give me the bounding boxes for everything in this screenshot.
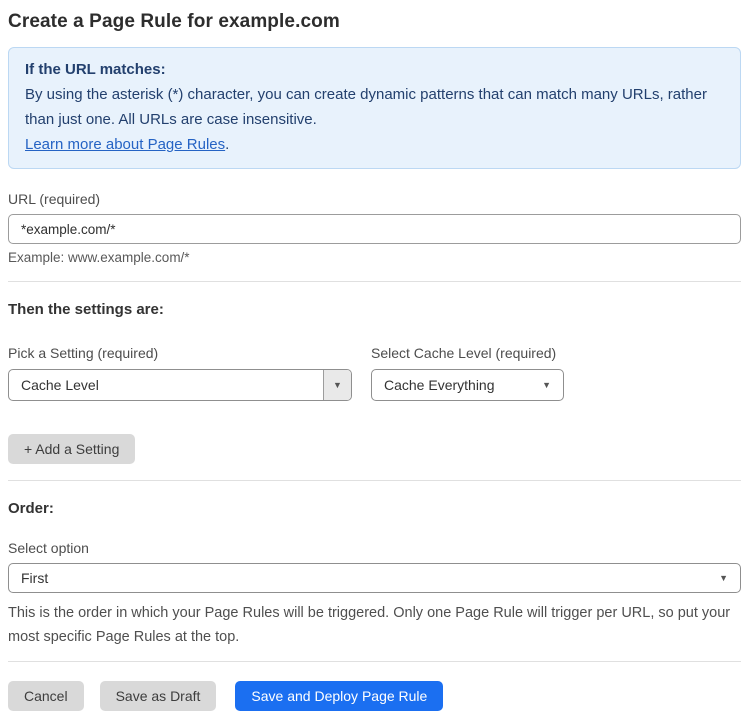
- footer-actions: Cancel Save as Draft Save and Deploy Pag…: [8, 681, 741, 711]
- cache-level-select-value: Cache Everything: [384, 377, 495, 393]
- save-deploy-button[interactable]: Save and Deploy Page Rule: [235, 681, 444, 711]
- cache-level-column: Select Cache Level (required) Cache Ever…: [371, 318, 564, 401]
- setting-select-arrow-box[interactable]: ▼: [323, 370, 351, 400]
- save-draft-button[interactable]: Save as Draft: [99, 681, 217, 711]
- cache-level-select[interactable]: Cache Everything ▼: [371, 369, 564, 401]
- caret-down-icon: ▼: [333, 379, 342, 390]
- setting-select-value: Cache Level: [21, 377, 99, 393]
- cancel-button[interactable]: Cancel: [8, 681, 84, 711]
- caret-down-icon: ▼: [542, 379, 551, 390]
- info-box-body: By using the asterisk (*) character, you…: [25, 86, 707, 128]
- pick-setting-label: Pick a Setting (required): [8, 345, 159, 361]
- order-section-heading: Order:: [8, 500, 54, 517]
- create-page-rule-form: Create a Page Rule for example.com If th…: [0, 0, 750, 711]
- order-select[interactable]: First ▼: [8, 563, 741, 593]
- setting-column: Pick a Setting (required) Cache Level ▼: [8, 318, 352, 401]
- info-box-link-line: Learn more about Page Rules.: [25, 132, 724, 157]
- settings-section-heading: Then the settings are:: [8, 301, 164, 318]
- link-period: .: [225, 136, 230, 153]
- url-match-info-box: If the URL matches: By using the asteris…: [8, 47, 741, 169]
- order-help-text: This is the order in which your Page Rul…: [8, 605, 731, 645]
- url-input[interactable]: [8, 214, 741, 244]
- settings-row: Pick a Setting (required) Cache Level ▼ …: [8, 318, 741, 401]
- page-title: Create a Page Rule for example.com: [8, 11, 340, 32]
- select-cache-level-label: Select Cache Level (required): [371, 345, 557, 361]
- info-box-heading: If the URL matches:: [25, 61, 166, 78]
- url-label: URL (required): [8, 191, 101, 207]
- divider: [8, 480, 741, 481]
- divider: [8, 281, 741, 282]
- divider: [8, 661, 741, 662]
- learn-more-link[interactable]: Learn more about Page Rules: [25, 136, 225, 153]
- url-example-hint: Example: www.example.com/*: [8, 250, 190, 265]
- setting-select[interactable]: Cache Level ▼: [8, 369, 352, 401]
- add-setting-button[interactable]: + Add a Setting: [8, 434, 136, 464]
- caret-down-icon: ▼: [719, 572, 728, 583]
- select-option-label: Select option: [8, 540, 89, 556]
- order-select-value: First: [21, 570, 49, 586]
